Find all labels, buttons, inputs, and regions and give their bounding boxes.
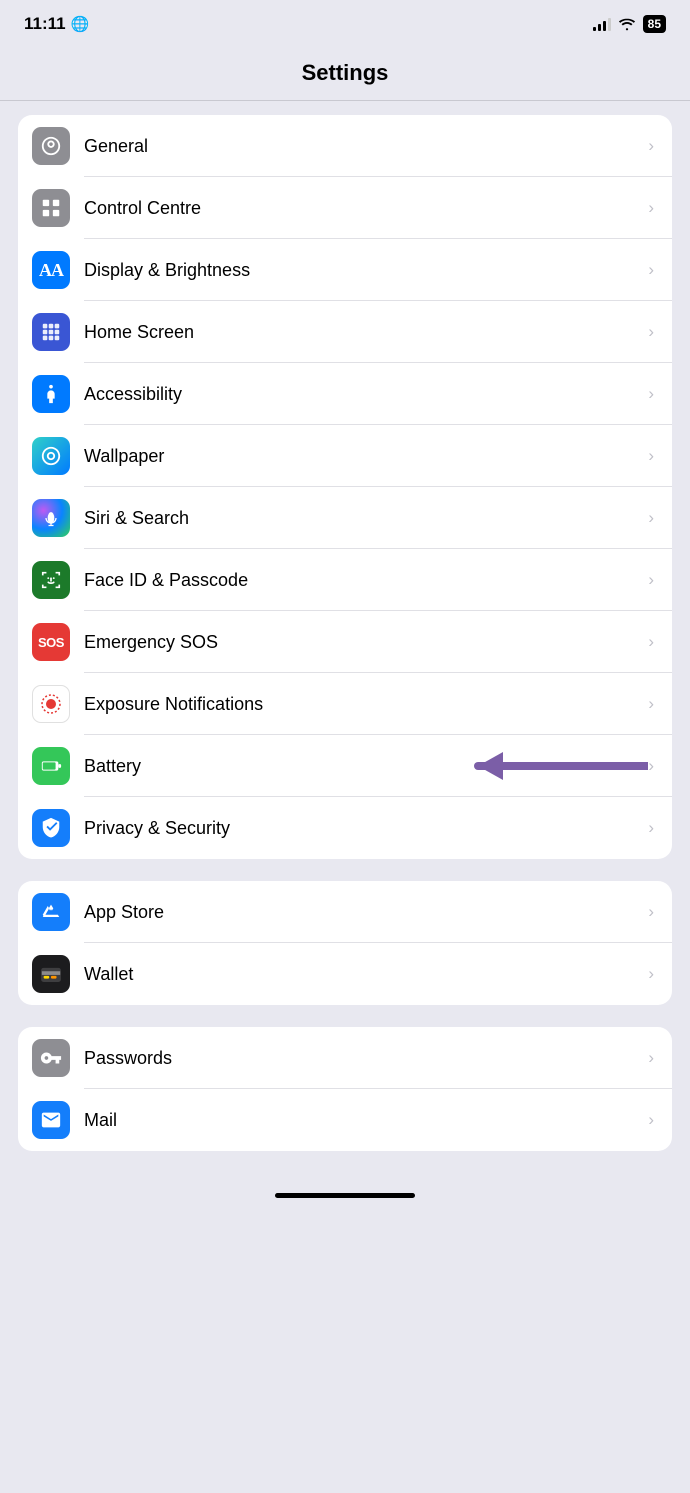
home-indicator-wrap xyxy=(0,1173,690,1208)
home-indicator xyxy=(275,1193,415,1198)
settings-group-2: App Store › Wallet › xyxy=(18,881,672,1005)
faceid-icon xyxy=(32,561,70,599)
privacy-security-label: Privacy & Security xyxy=(84,818,648,839)
emergency-sos-chevron: › xyxy=(648,632,654,652)
page-title: Settings xyxy=(0,60,690,86)
settings-row-general[interactable]: General › xyxy=(18,115,672,177)
wallet-chevron: › xyxy=(648,964,654,984)
wallet-label: Wallet xyxy=(84,964,648,985)
home-screen-label: Home Screen xyxy=(84,322,648,343)
control-centre-icon xyxy=(32,189,70,227)
siri-search-chevron: › xyxy=(648,508,654,528)
passwords-label: Passwords xyxy=(84,1048,648,1069)
settings-row-siri-search[interactable]: Siri & Search › xyxy=(18,487,672,549)
settings-row-accessibility[interactable]: Accessibility › xyxy=(18,363,672,425)
emergency-sos-label: Emergency SOS xyxy=(84,632,648,653)
general-label: General xyxy=(84,136,648,157)
mail-icon xyxy=(32,1101,70,1139)
settings-row-faceid[interactable]: Face ID & Passcode › xyxy=(18,549,672,611)
battery-label: Battery xyxy=(84,756,438,777)
wallpaper-icon xyxy=(32,437,70,475)
general-icon xyxy=(32,127,70,165)
siri-icon xyxy=(32,499,70,537)
control-centre-label: Control Centre xyxy=(84,198,648,219)
status-time: 11:11 🌐 xyxy=(24,14,89,34)
settings-row-wallet[interactable]: Wallet › xyxy=(18,943,672,1005)
signal-icon xyxy=(593,17,611,31)
settings-row-display-brightness[interactable]: AA Display & Brightness › xyxy=(18,239,672,301)
app-store-label: App Store xyxy=(84,902,648,923)
settings-row-passwords[interactable]: Passwords › xyxy=(18,1027,672,1089)
settings-row-home-screen[interactable]: Home Screen › xyxy=(18,301,672,363)
settings-row-emergency-sos[interactable]: SOS Emergency SOS › xyxy=(18,611,672,673)
display-brightness-label: Display & Brightness xyxy=(84,260,648,281)
general-chevron: › xyxy=(648,136,654,156)
settings-row-exposure[interactable]: Exposure Notifications › xyxy=(18,673,672,735)
faceid-chevron: › xyxy=(648,570,654,590)
page-title-wrap: Settings xyxy=(0,42,690,100)
display-brightness-chevron: › xyxy=(648,260,654,280)
status-right: 85 xyxy=(593,15,666,33)
faceid-label: Face ID & Passcode xyxy=(84,570,648,591)
settings-row-privacy-security[interactable]: Privacy & Security › xyxy=(18,797,672,859)
privacy-security-chevron: › xyxy=(648,818,654,838)
passwords-chevron: › xyxy=(648,1048,654,1068)
mail-label: Mail xyxy=(84,1110,648,1131)
accessibility-icon xyxy=(32,375,70,413)
wallpaper-label: Wallpaper xyxy=(84,446,648,467)
home-screen-chevron: › xyxy=(648,322,654,342)
display-brightness-icon: AA xyxy=(32,251,70,289)
siri-search-label: Siri & Search xyxy=(84,508,648,529)
exposure-label: Exposure Notifications xyxy=(84,694,648,715)
settings-row-mail[interactable]: Mail › xyxy=(18,1089,672,1151)
settings-row-wallpaper[interactable]: Wallpaper › xyxy=(18,425,672,487)
privacy-security-icon xyxy=(32,809,70,847)
battery-chevron: › xyxy=(648,756,654,776)
app-store-chevron: › xyxy=(648,902,654,922)
globe-icon: 🌐 xyxy=(71,15,90,33)
settings-row-control-centre[interactable]: Control Centre › xyxy=(18,177,672,239)
settings-group-3: Passwords › Mail › xyxy=(18,1027,672,1151)
control-centre-chevron: › xyxy=(648,198,654,218)
settings-row-app-store[interactable]: App Store › xyxy=(18,881,672,943)
passwords-icon xyxy=(32,1039,70,1077)
accessibility-chevron: › xyxy=(648,384,654,404)
battery-percentage: 85 xyxy=(643,15,666,33)
accessibility-label: Accessibility xyxy=(84,384,648,405)
time-display: 11:11 xyxy=(24,14,66,34)
battery-arrow-annotation xyxy=(438,744,648,788)
mail-chevron: › xyxy=(648,1110,654,1130)
exposure-icon xyxy=(32,685,70,723)
title-divider xyxy=(0,100,690,101)
battery-icon xyxy=(32,747,70,785)
settings-group-1: General › Control Centre › AA Display & … xyxy=(18,115,672,859)
emergency-sos-icon: SOS xyxy=(32,623,70,661)
status-bar: 11:11 🌐 85 xyxy=(0,0,690,42)
exposure-chevron: › xyxy=(648,694,654,714)
home-screen-icon xyxy=(32,313,70,351)
wallpaper-chevron: › xyxy=(648,446,654,466)
settings-row-battery[interactable]: Battery › xyxy=(18,735,672,797)
wifi-icon xyxy=(618,17,636,31)
wallet-icon xyxy=(32,955,70,993)
app-store-icon xyxy=(32,893,70,931)
